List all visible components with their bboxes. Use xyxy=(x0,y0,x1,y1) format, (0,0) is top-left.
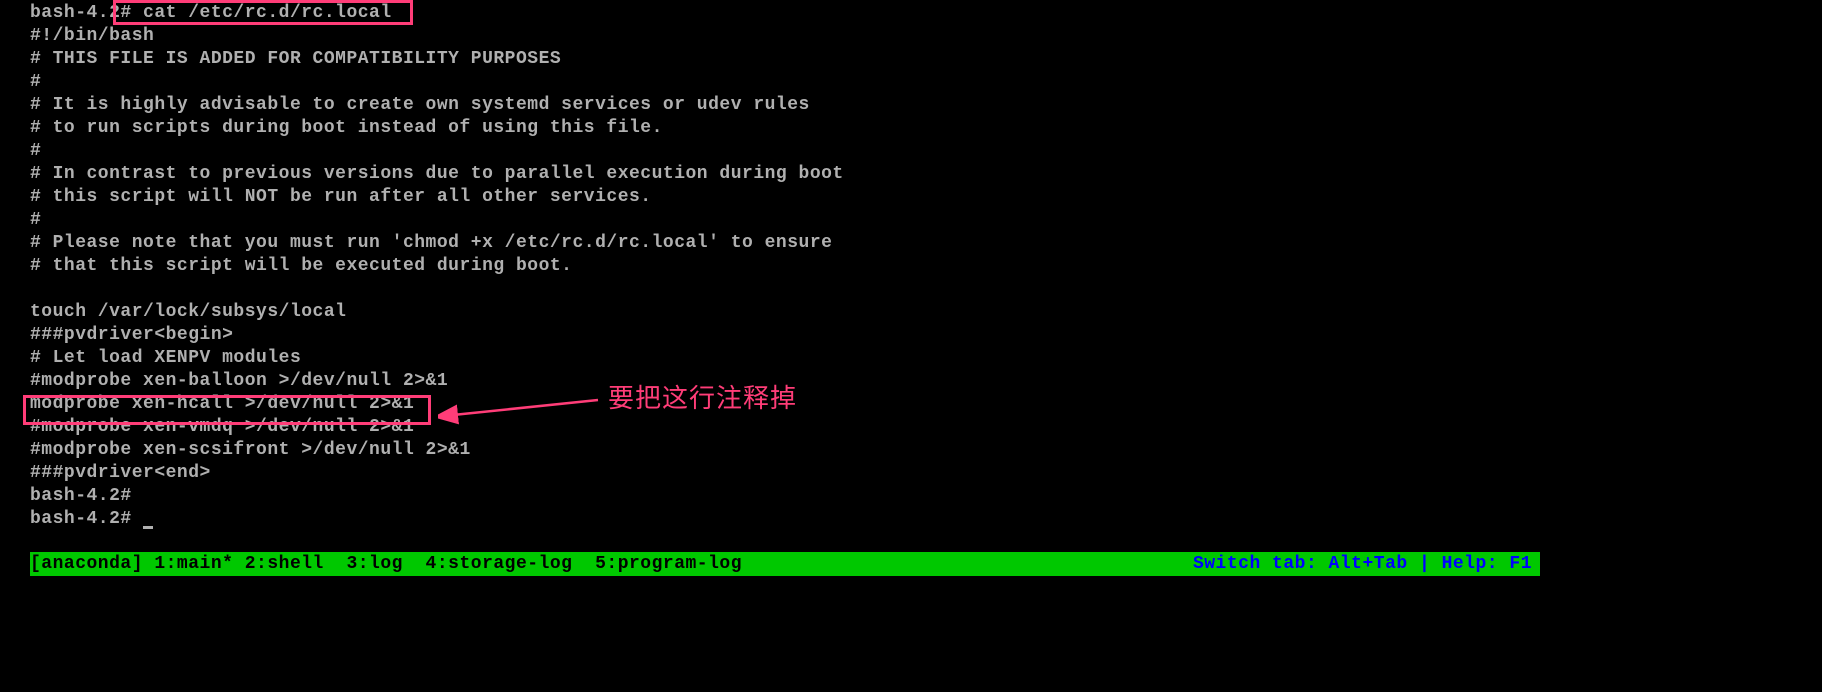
annotation-label: 要把这行注释掉 xyxy=(608,378,797,415)
output-line: # that this script will be executed duri… xyxy=(30,255,1822,278)
output-line: # Please note that you must run 'chmod +… xyxy=(30,232,1822,255)
cursor xyxy=(143,526,153,529)
output-line: # Let load XENPV modules xyxy=(30,347,1822,370)
tmux-status-bar-right: Switch tab: Alt+Tab | Help: F1 xyxy=(1170,552,1540,576)
output-line: # xyxy=(30,140,1822,163)
shell-prompt-line: bash-4.2# xyxy=(30,485,1822,508)
output-line-highlighted: modprobe xen-hcall >/dev/null 2>&1 xyxy=(30,393,1822,416)
output-line: touch /var/lock/subsys/local xyxy=(30,301,1822,324)
shell-prompt: bash-4.2# xyxy=(30,3,132,23)
shell-prompt: bash-4.2# xyxy=(30,509,143,529)
output-line: #modprobe xen-vmdq >/dev/null 2>&1 xyxy=(30,416,1822,439)
output-line: # to run scripts during boot instead of … xyxy=(30,117,1822,140)
output-line: ###pvdriver<begin> xyxy=(30,324,1822,347)
command-text: cat /etc/rc.d/rc.local xyxy=(132,3,392,23)
shell-prompt-line-cursor[interactable]: bash-4.2# xyxy=(30,508,1822,531)
output-line: # It is highly advisable to create own s… xyxy=(30,94,1822,117)
output-line: #!/bin/bash xyxy=(30,25,1822,48)
output-line: # THIS FILE IS ADDED FOR COMPATIBILITY P… xyxy=(30,48,1822,71)
output-line xyxy=(30,278,1822,301)
output-line: # this script will NOT be run after all … xyxy=(30,186,1822,209)
output-line: #modprobe xen-balloon >/dev/null 2>&1 xyxy=(30,370,1822,393)
output-line: ###pvdriver<end> xyxy=(30,462,1822,485)
output-line: # xyxy=(30,209,1822,232)
command-line: bash-4.2# cat /etc/rc.d/rc.local xyxy=(30,2,1822,25)
output-line: # xyxy=(30,71,1822,94)
output-line: # In contrast to previous versions due t… xyxy=(30,163,1822,186)
output-line: #modprobe xen-scsifront >/dev/null 2>&1 xyxy=(30,439,1822,462)
terminal-output[interactable]: bash-4.2# cat /etc/rc.d/rc.local #!/bin/… xyxy=(0,0,1822,531)
